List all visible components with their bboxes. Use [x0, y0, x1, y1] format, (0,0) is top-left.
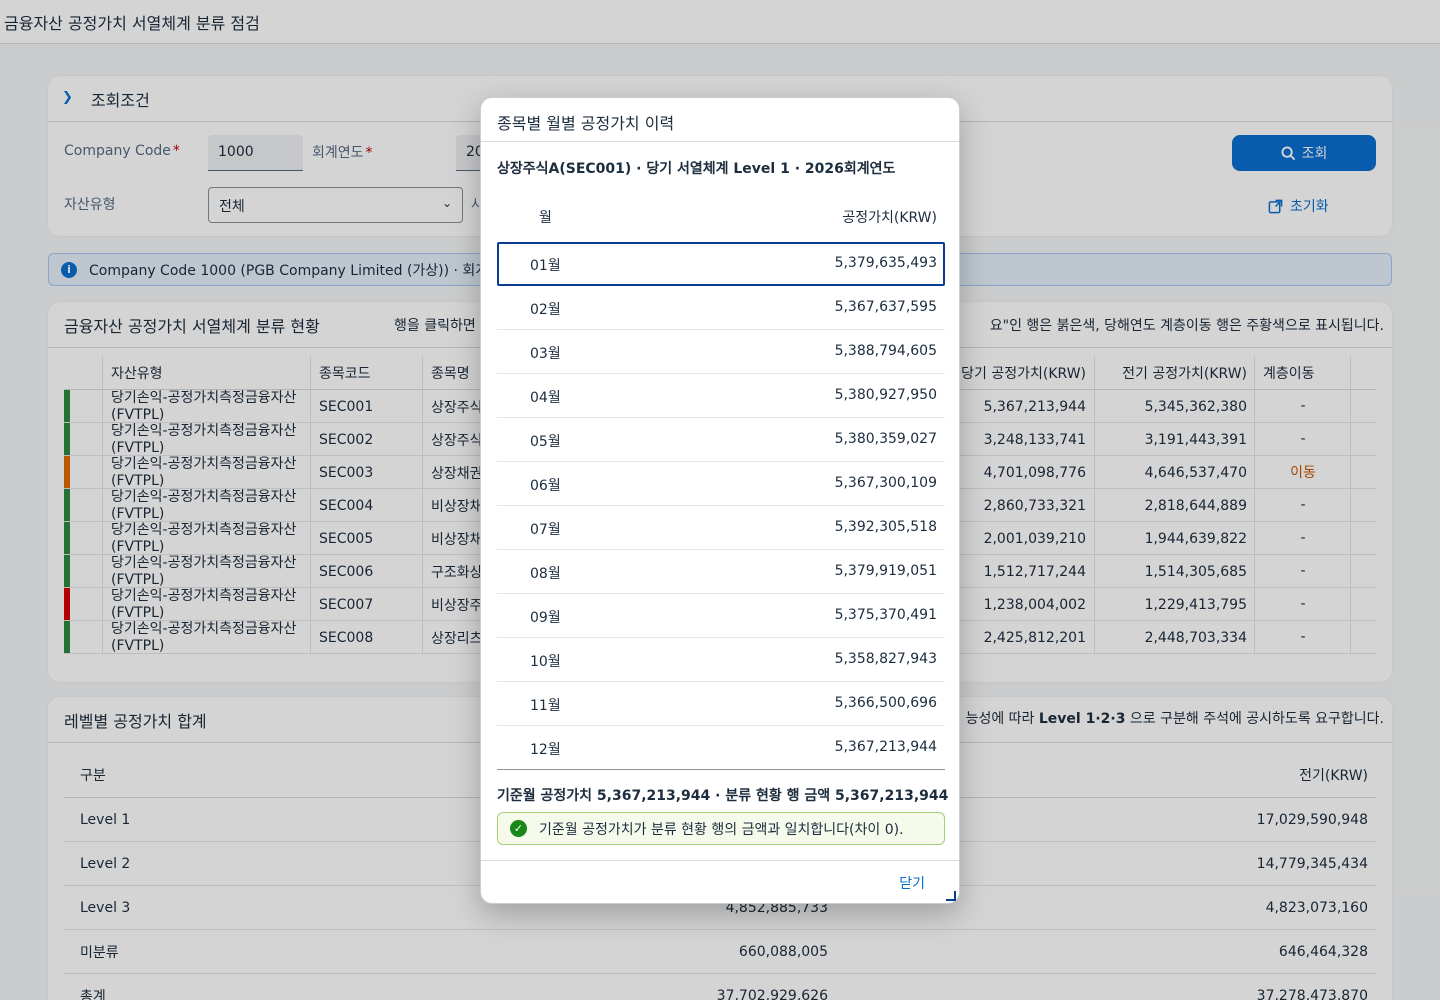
cell-fair-value: 5,367,300,109	[834, 475, 937, 491]
month-row[interactable]: 12월 5,367,213,944	[497, 726, 945, 770]
cell-month: 01월	[530, 258, 561, 274]
resize-handle-icon[interactable]	[946, 891, 956, 901]
cell-month: 07월	[530, 522, 561, 538]
cell-fair-value: 5,367,637,595	[834, 299, 937, 315]
month-row[interactable]: 06월 5,367,300,109	[497, 462, 945, 506]
cell-fair-value: 5,388,794,605	[834, 343, 937, 359]
cell-month: 12월	[530, 742, 561, 758]
success-message-strip: ✓ 기준월 공정가치가 분류 현황 행의 금액과 일치합니다(차이 0).	[497, 812, 945, 845]
col-header-month: 월	[539, 210, 552, 226]
dialog-subtitle: 상장주식A(SEC001) · 당기 서열체계 Level 1 · 2026회계…	[497, 161, 896, 177]
col-header-fv: 공정가치(KRW)	[842, 210, 937, 226]
cell-month: 03월	[530, 346, 561, 362]
cell-fair-value: 5,379,635,493	[834, 255, 937, 271]
check-circle-icon: ✓	[510, 820, 527, 837]
month-row[interactable]: 09월 5,375,370,491	[497, 594, 945, 638]
cell-fair-value: 5,366,500,696	[834, 695, 937, 711]
cell-month: 04월	[530, 390, 561, 406]
month-row[interactable]: 08월 5,379,919,051	[497, 550, 945, 594]
cell-month: 11월	[530, 698, 561, 714]
cell-fair-value: 5,375,370,491	[834, 607, 937, 623]
cell-month: 05월	[530, 434, 561, 450]
dialog-summary: 기준월 공정가치 5,367,213,944 · 분류 현황 행 금액 5,36…	[497, 788, 949, 804]
cell-month: 09월	[530, 610, 561, 626]
month-row[interactable]: 11월 5,366,500,696	[497, 682, 945, 726]
month-row[interactable]: 04월 5,380,927,950	[497, 374, 945, 418]
cell-month: 02월	[530, 302, 561, 318]
cell-fair-value: 5,367,213,944	[834, 739, 937, 755]
dialog-footer: 닫기	[481, 860, 959, 904]
monthly-fv-history-dialog: 종목별 월별 공정가치 이력 상장주식A(SEC001) · 당기 서열체계 L…	[480, 97, 960, 904]
cell-month: 10월	[530, 654, 561, 670]
cell-fair-value: 5,380,359,027	[834, 431, 937, 447]
cell-month: 08월	[530, 566, 561, 582]
month-row[interactable]: 10월 5,358,827,943	[497, 638, 945, 682]
close-button[interactable]: 닫기	[899, 873, 925, 893]
monthly-fv-table: 월 공정가치(KRW) 01월 5,379,635,493 02월 5,367,637…	[497, 196, 945, 770]
cell-fair-value: 5,392,305,518	[834, 519, 937, 535]
cell-month: 06월	[530, 478, 561, 494]
dialog-title: 종목별 월별 공정가치 이력	[481, 98, 959, 142]
month-row[interactable]: 01월 5,379,635,493	[497, 242, 945, 286]
month-row[interactable]: 02월 5,367,637,595	[497, 286, 945, 330]
cell-fair-value: 5,358,827,943	[834, 651, 937, 667]
cell-fair-value: 5,380,927,950	[834, 387, 937, 403]
success-message-text: 기준월 공정가치가 분류 현황 행의 금액과 일치합니다(차이 0).	[539, 821, 904, 838]
monthly-table-header: 월 공정가치(KRW)	[497, 196, 945, 242]
month-row[interactable]: 03월 5,388,794,605	[497, 330, 945, 374]
month-row[interactable]: 07월 5,392,305,518	[497, 506, 945, 550]
cell-fair-value: 5,379,919,051	[834, 563, 937, 579]
month-row[interactable]: 05월 5,380,359,027	[497, 418, 945, 462]
